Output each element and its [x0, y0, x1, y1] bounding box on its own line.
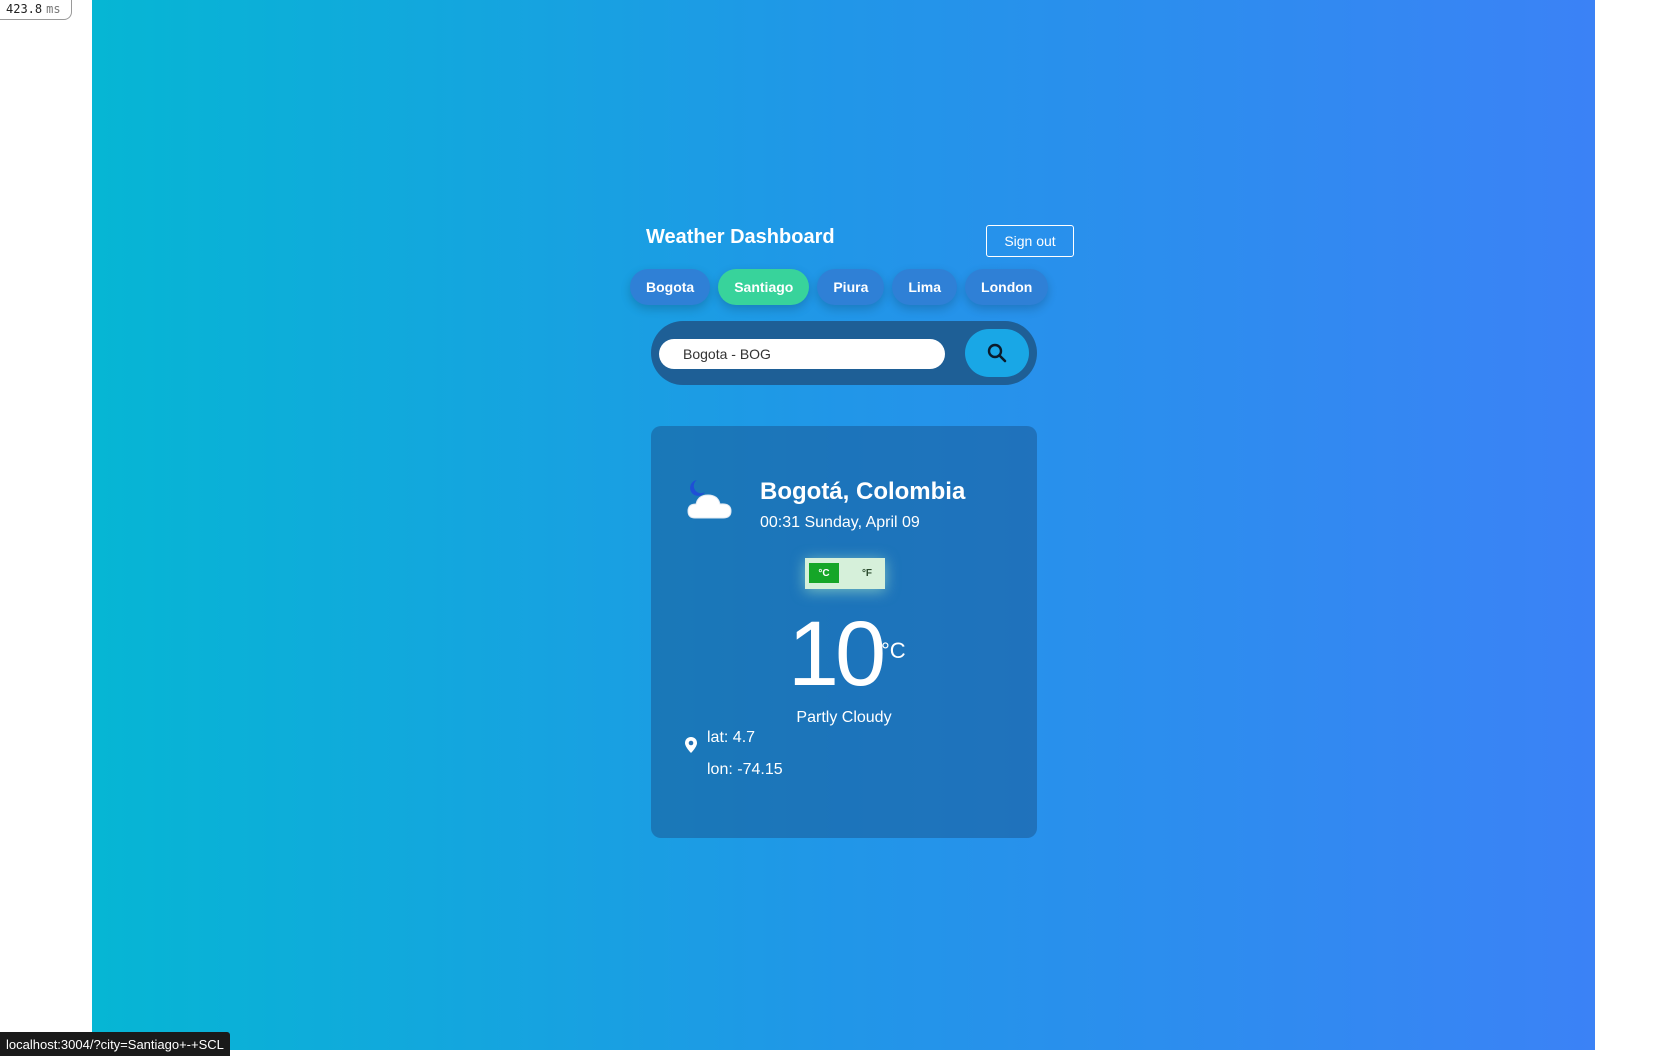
longitude: lon: -74.15 — [707, 761, 783, 778]
city-tab-london[interactable]: London — [965, 269, 1049, 305]
performance-timer: 423.8 ms — [0, 0, 72, 20]
temperature-unit: °C — [881, 638, 906, 663]
city-name: Bogotá, Colombia — [760, 478, 966, 505]
search-icon — [987, 343, 1007, 363]
status-bar-url: localhost:3004/?city=Santiago+-+SCL — [0, 1032, 230, 1056]
latitude: lat: 4.7 — [707, 729, 756, 746]
unit-toggle: °C °F — [805, 558, 885, 589]
temperature-value: 10 — [787, 603, 886, 705]
perf-unit: ms — [46, 2, 61, 16]
fahrenheit-button[interactable]: °F — [855, 563, 879, 583]
city-tab-bogota[interactable]: Bogota — [630, 269, 711, 305]
location-pin-icon — [685, 737, 697, 753]
city-tab-lima[interactable]: Lima — [892, 269, 958, 305]
search-bar — [651, 321, 1037, 385]
date-time: 00:31 Sunday, April 09 — [760, 514, 920, 531]
partly-cloudy-night-icon — [687, 480, 732, 519]
search-button[interactable] — [965, 329, 1029, 377]
weather-condition: Partly Cloudy — [796, 709, 892, 726]
celsius-button[interactable]: °C — [809, 563, 839, 583]
search-input[interactable] — [659, 339, 945, 369]
city-tab-santiago[interactable]: Santiago — [718, 269, 810, 305]
city-tab-piura[interactable]: Piura — [817, 269, 885, 305]
page-title: Weather Dashboard — [646, 226, 835, 248]
sign-out-button[interactable]: Sign out — [986, 225, 1074, 257]
city-tabs: Bogota Santiago Piura Lima London — [630, 269, 1049, 305]
weather-card: Bogotá, Colombia 00:31 Sunday, April 09 … — [651, 426, 1037, 838]
perf-value: 423.8 — [6, 2, 43, 16]
